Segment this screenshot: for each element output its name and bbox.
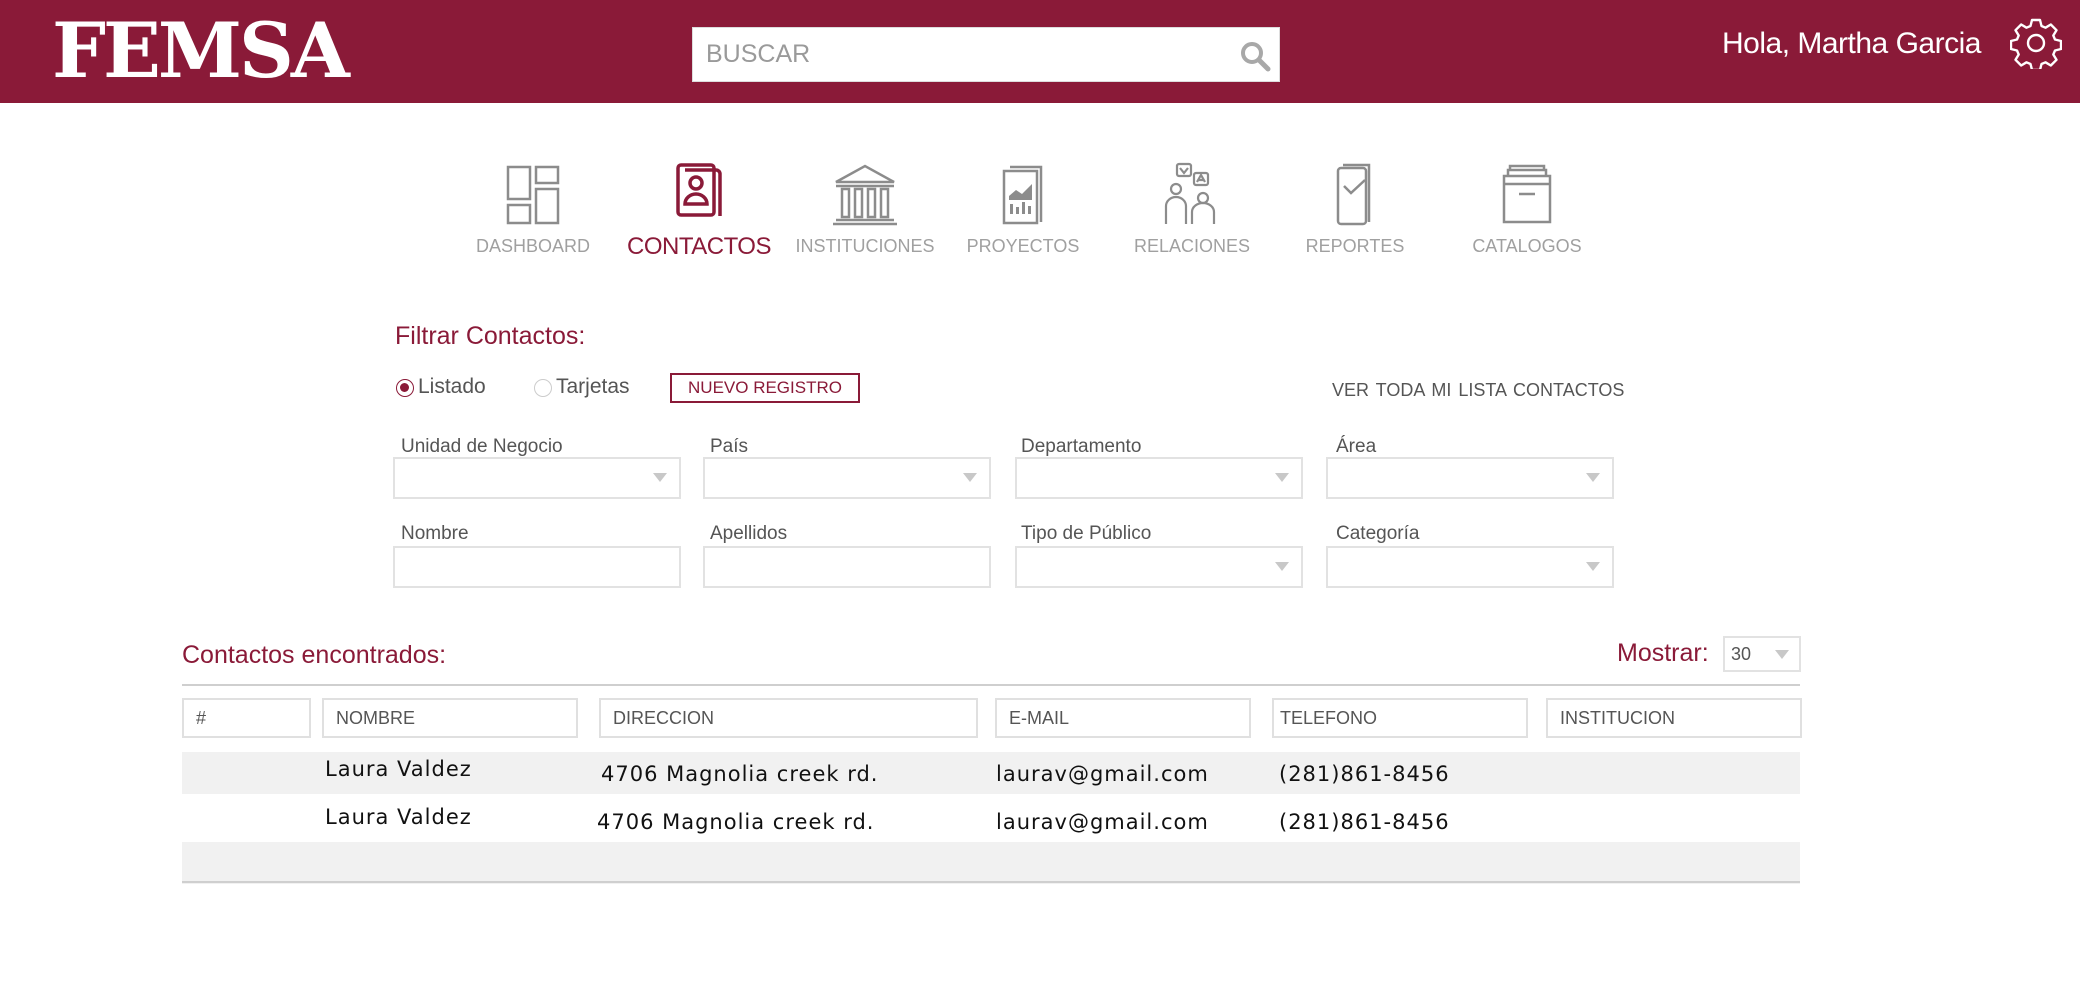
- reports-icon: [1336, 163, 1371, 226]
- cell-nombre: Laura Valdez: [325, 805, 472, 829]
- nombre-input[interactable]: [395, 548, 679, 586]
- chevron-down-icon: [1275, 473, 1289, 482]
- field-label-departamento: Departamento: [1021, 436, 1142, 457]
- column-header-number[interactable]: #: [182, 698, 311, 738]
- dashboard-icon: [506, 165, 560, 225]
- new-record-button[interactable]: NUEVO REGISTRO: [670, 373, 860, 403]
- cell-email: laurav@gmail.com: [996, 762, 1209, 786]
- field-label-apellidos: Apellidos: [710, 523, 788, 544]
- femsa-logo[interactable]: FEMSA: [52, 10, 350, 92]
- apellidos-field[interactable]: [703, 546, 991, 588]
- search-icon[interactable]: [1239, 40, 1271, 72]
- search-input[interactable]: [693, 28, 1223, 81]
- cell-direccion: 4706 Magnolia creek rd.: [597, 810, 875, 834]
- table-top-divider: [182, 684, 1800, 686]
- nav-proyectos[interactable]: PROYECTOS: [943, 160, 1103, 268]
- catalogs-icon: [1502, 164, 1552, 224]
- top-bar: FEMSA Hola, Martha Garcia: [0, 0, 2080, 103]
- nav-contactos[interactable]: CONTACTOS: [619, 160, 779, 268]
- page-size-select[interactable]: 30: [1723, 636, 1801, 672]
- table-row-empty: [182, 842, 1800, 884]
- tipo-publico-select[interactable]: [1015, 546, 1303, 588]
- filter-title: Filtrar Contactos:: [395, 322, 586, 350]
- nav-instituciones[interactable]: INSTITUCIONES: [785, 160, 945, 268]
- radio-tarjetas[interactable]: Tarjetas: [534, 372, 630, 402]
- radio-selected-icon: [396, 379, 414, 397]
- column-header-direccion[interactable]: DIRECCION: [599, 698, 978, 738]
- projects-icon: [1002, 165, 1043, 225]
- field-label-area: Área: [1336, 436, 1377, 457]
- table-bottom-divider: [182, 881, 1800, 883]
- user-greeting: Hola, Martha Garcia: [1722, 27, 1981, 60]
- nav-reportes[interactable]: REPORTES: [1275, 160, 1435, 268]
- radio-label: Tarjetas: [556, 375, 630, 398]
- relations-icon: [1164, 162, 1216, 224]
- cell-telefono: (281)861-8456: [1279, 762, 1450, 786]
- radio-listado[interactable]: Listado: [396, 372, 486, 402]
- cell-direccion: 4706 Magnolia creek rd.: [601, 762, 879, 786]
- chevron-down-icon: [1586, 473, 1600, 482]
- page-size-label: Mostrar:: [1617, 639, 1709, 667]
- departamento-select[interactable]: [1015, 457, 1303, 499]
- search-box: [692, 27, 1280, 82]
- page-size-value: 30: [1731, 644, 1752, 664]
- chevron-down-icon: [963, 473, 977, 482]
- view-all-contacts-link[interactable]: VER TODA MI LISTA CONTACTOS: [1332, 380, 1624, 401]
- nav-dashboard[interactable]: DASHBOARD: [453, 160, 613, 268]
- field-label-unidad: Unidad de Negocio: [401, 436, 563, 457]
- area-select[interactable]: [1326, 457, 1614, 499]
- column-header-institucion[interactable]: INSTITUCION: [1546, 698, 1802, 738]
- field-label-pais: País: [710, 436, 749, 457]
- chevron-down-icon: [1275, 562, 1289, 571]
- contacts-icon: [676, 163, 722, 217]
- pais-select[interactable]: [703, 457, 991, 499]
- cell-email: laurav@gmail.com: [996, 810, 1209, 834]
- column-header-email[interactable]: E-MAIL: [995, 698, 1251, 738]
- categoria-select[interactable]: [1326, 546, 1614, 588]
- radio-label: Listado: [418, 375, 486, 398]
- field-label-nombre: Nombre: [401, 523, 469, 544]
- nav-label: REPORTES: [1305, 236, 1405, 256]
- column-header-telefono[interactable]: TELEFONO: [1272, 698, 1528, 738]
- radio-unselected-icon: [534, 379, 552, 397]
- results-title: Contactos encontrados:: [182, 641, 447, 669]
- column-header-nombre[interactable]: NOMBRE: [322, 698, 578, 738]
- gear-icon[interactable]: [2010, 17, 2062, 69]
- apellidos-input[interactable]: [705, 548, 989, 586]
- cell-nombre: Laura Valdez: [325, 757, 472, 781]
- institution-icon: [833, 164, 897, 226]
- nombre-field[interactable]: [393, 546, 681, 588]
- unidad-negocio-select[interactable]: [393, 457, 681, 499]
- nav-relaciones[interactable]: RELACIONES: [1112, 160, 1272, 268]
- nav-catalogos[interactable]: CATALOGOS: [1447, 160, 1607, 268]
- field-label-tipo-publico: Tipo de Público: [1021, 523, 1152, 544]
- nav-label: CATALOGOS: [1472, 236, 1582, 256]
- chevron-down-icon: [1586, 562, 1600, 571]
- chevron-down-icon: [1775, 650, 1789, 659]
- cell-telefono: (281)861-8456: [1279, 810, 1450, 834]
- field-label-categoria: Categoría: [1336, 523, 1420, 544]
- chevron-down-icon: [653, 473, 667, 482]
